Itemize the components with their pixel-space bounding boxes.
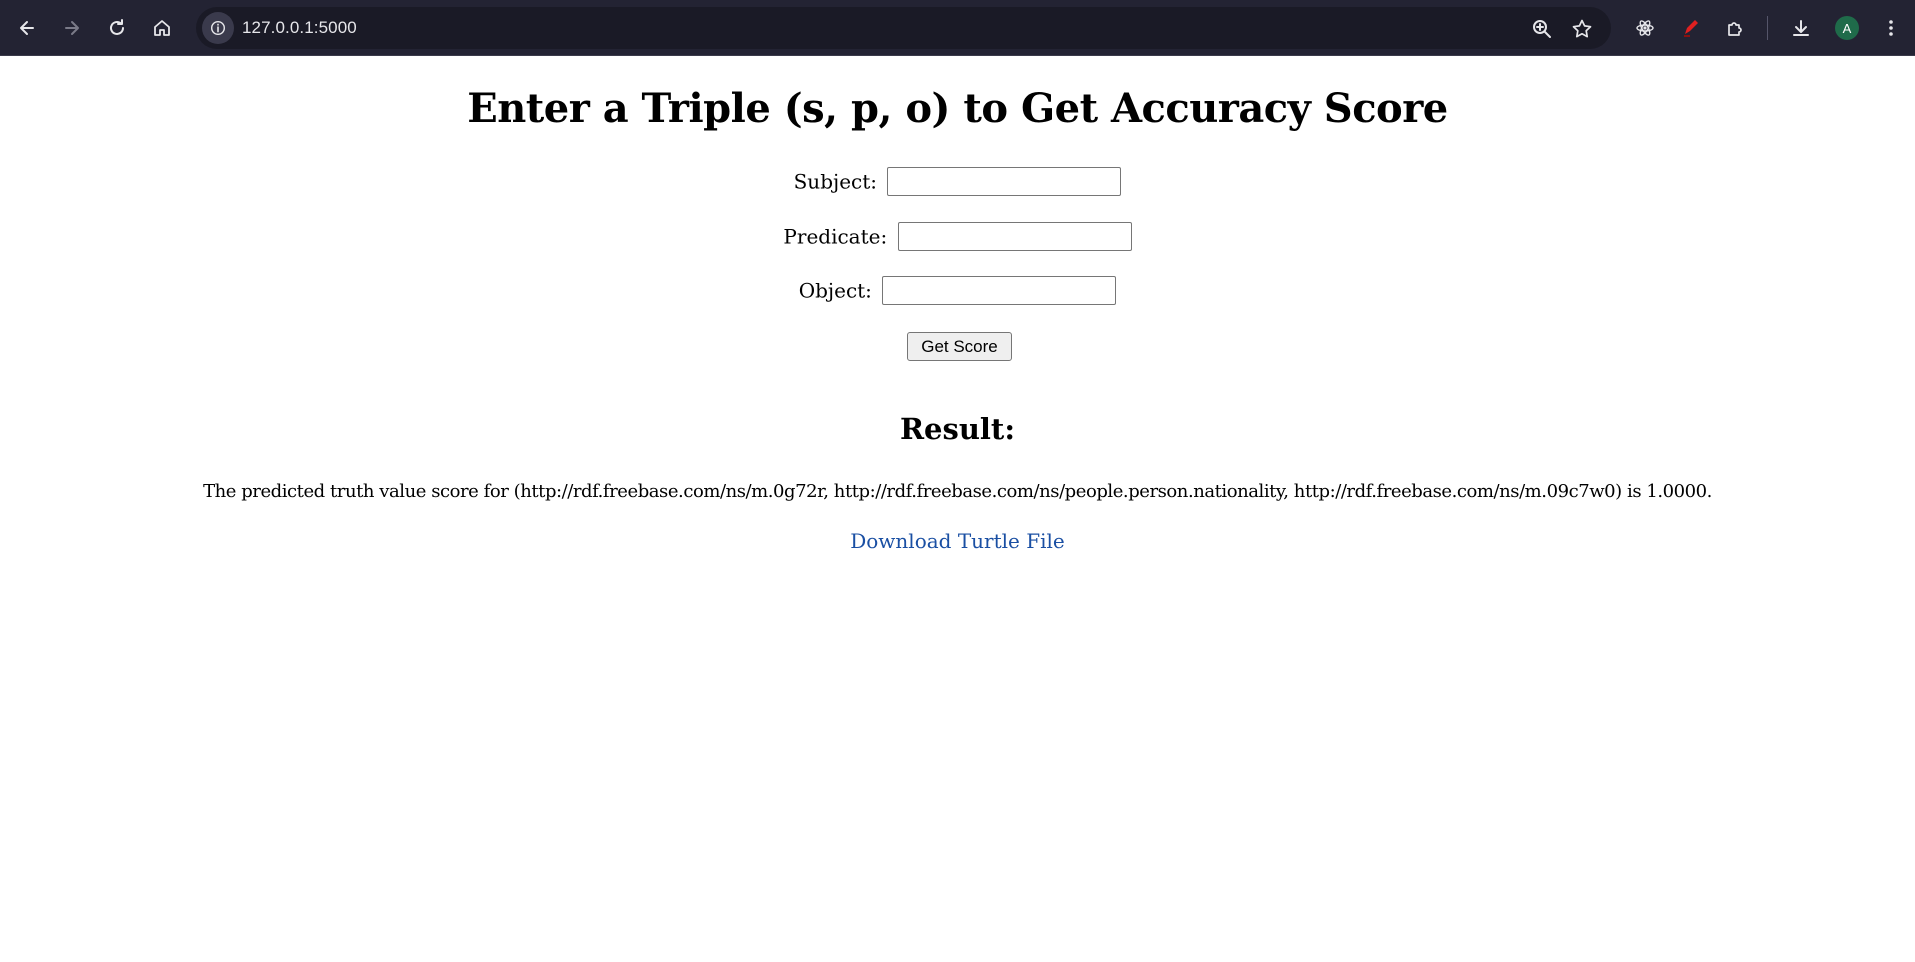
toolbar-separator bbox=[1767, 16, 1768, 40]
browser-toolbar: 127.0.0.1:5000 A bbox=[0, 0, 1915, 56]
result-heading: Result: bbox=[899, 412, 1016, 446]
reload-icon[interactable] bbox=[100, 11, 134, 45]
zoom-icon[interactable] bbox=[1531, 18, 1553, 40]
url-text[interactable]: 127.0.0.1:5000 bbox=[242, 18, 357, 38]
pen-extension-icon[interactable] bbox=[1673, 11, 1707, 45]
subject-label: Subject: bbox=[793, 169, 878, 194]
forward-icon[interactable] bbox=[55, 11, 89, 45]
object-input[interactable] bbox=[882, 276, 1117, 305]
site-info-icon[interactable] bbox=[202, 12, 234, 44]
get-score-button[interactable]: Get Score bbox=[907, 332, 1012, 361]
download-turtle-link[interactable]: Download Turtle File bbox=[0, 529, 1915, 553]
address-bar[interactable]: 127.0.0.1:5000 bbox=[196, 7, 1611, 49]
predicate-label: Predicate: bbox=[783, 224, 888, 249]
react-devtools-icon[interactable] bbox=[1628, 11, 1662, 45]
predicate-input[interactable] bbox=[897, 222, 1132, 251]
home-icon[interactable] bbox=[145, 11, 179, 45]
profile-avatar[interactable]: A bbox=[1835, 16, 1859, 40]
predicate-row: Predicate: bbox=[0, 222, 1915, 251]
subject-input[interactable] bbox=[887, 167, 1122, 196]
page-title: Enter a Triple (s, p, o) to Get Accuracy… bbox=[467, 85, 1448, 132]
menu-kebab-icon[interactable] bbox=[1874, 11, 1908, 45]
page-content: Enter a Triple (s, p, o) to Get Accuracy… bbox=[0, 57, 1915, 962]
back-icon[interactable] bbox=[10, 11, 44, 45]
object-row: Object: bbox=[0, 276, 1915, 305]
bookmark-star-icon[interactable] bbox=[1571, 18, 1593, 40]
extensions-puzzle-icon[interactable] bbox=[1718, 11, 1752, 45]
subject-row: Subject: bbox=[0, 167, 1915, 196]
result-text: The predicted truth value score for (htt… bbox=[203, 481, 1712, 502]
object-label: Object: bbox=[798, 278, 872, 303]
download-icon[interactable] bbox=[1784, 11, 1818, 45]
